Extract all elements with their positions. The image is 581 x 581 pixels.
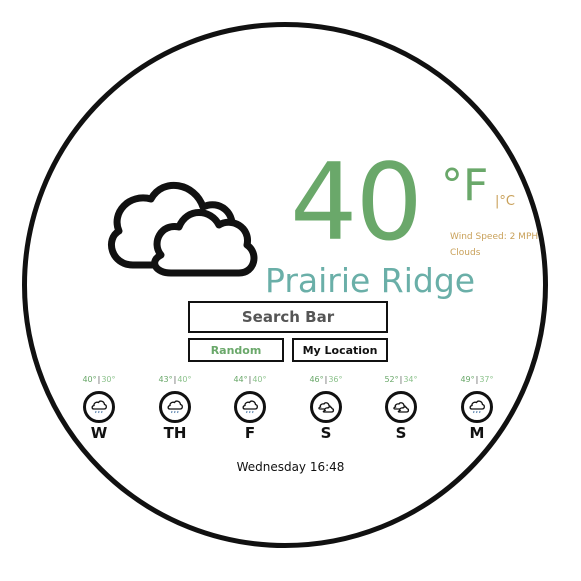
forecast-separator: | [475,375,479,384]
forecast-day: 43°|40° TH [150,376,200,441]
unit-celsius-toggle[interactable]: |°C [495,195,515,208]
forecast-low: 34° [403,375,418,384]
forecast-strip: 40°|30° W 43°|40° TH 44°|40° F 46°|36° S 52°|34°… [74,376,504,446]
rain-cloud-icon [83,391,115,423]
forecast-low: 36° [328,375,343,384]
forecast-day: 52°|34° S [376,376,426,441]
forecast-temps: 44°|40° [225,376,275,384]
search-bar[interactable]: Search Bar [188,301,388,333]
forecast-day: 44°|40° F [225,376,275,441]
forecast-temps: 49°|37° [452,376,502,384]
forecast-high: 46° [309,375,324,384]
rain-cloud-icon [159,391,191,423]
forecast-low: 37° [479,375,494,384]
forecast-low: 30° [101,375,116,384]
forecast-low: 40° [252,375,267,384]
forecast-day-label: TH [163,424,187,442]
forecast-day: 46°|36° S [301,376,351,441]
forecast-day: 49°|37° M [452,376,502,441]
forecast-day-label: W [90,424,108,442]
forecast-high: 43° [158,375,173,384]
forecast-day: 40°|30° W [74,376,124,441]
forecast-separator: | [173,375,177,384]
my-location-button[interactable]: My Location [292,338,388,362]
clouds-icon [310,391,342,423]
my-location-button-label: My Location [302,343,378,357]
forecast-separator: | [97,375,101,384]
city-name: Prairie Ridge [265,261,476,300]
clouds-icon [385,391,417,423]
current-datetime: Wednesday 16:48 [236,460,345,474]
forecast-high: 52° [384,375,399,384]
rain-cloud-icon [461,391,493,423]
wind-speed: Wind Speed: 2 MPH [450,232,539,242]
forecast-high: 49° [460,375,475,384]
rain-cloud-icon [234,391,266,423]
forecast-separator: | [248,375,252,384]
forecast-day-label: S [395,424,407,442]
unit-fahrenheit[interactable]: °F [441,164,488,208]
forecast-day-label: S [320,424,332,442]
forecast-high: 40° [82,375,97,384]
random-button-label: Random [210,343,262,357]
forecast-temps: 46°|36° [301,376,351,384]
random-button[interactable]: Random [188,338,284,362]
current-temperature: 40 [290,141,423,264]
search-bar-label: Search Bar [241,308,335,326]
forecast-temps: 40°|30° [74,376,124,384]
forecast-separator: | [399,375,403,384]
forecast-temps: 43°|40° [150,376,200,384]
clouds-icon [108,181,258,277]
weather-condition: Clouds [450,248,481,258]
forecast-temps: 52°|34° [376,376,426,384]
forecast-low: 40° [177,375,192,384]
forecast-separator: | [324,375,328,384]
forecast-day-label: F [244,424,256,442]
forecast-high: 44° [233,375,248,384]
forecast-day-label: M [469,424,485,442]
